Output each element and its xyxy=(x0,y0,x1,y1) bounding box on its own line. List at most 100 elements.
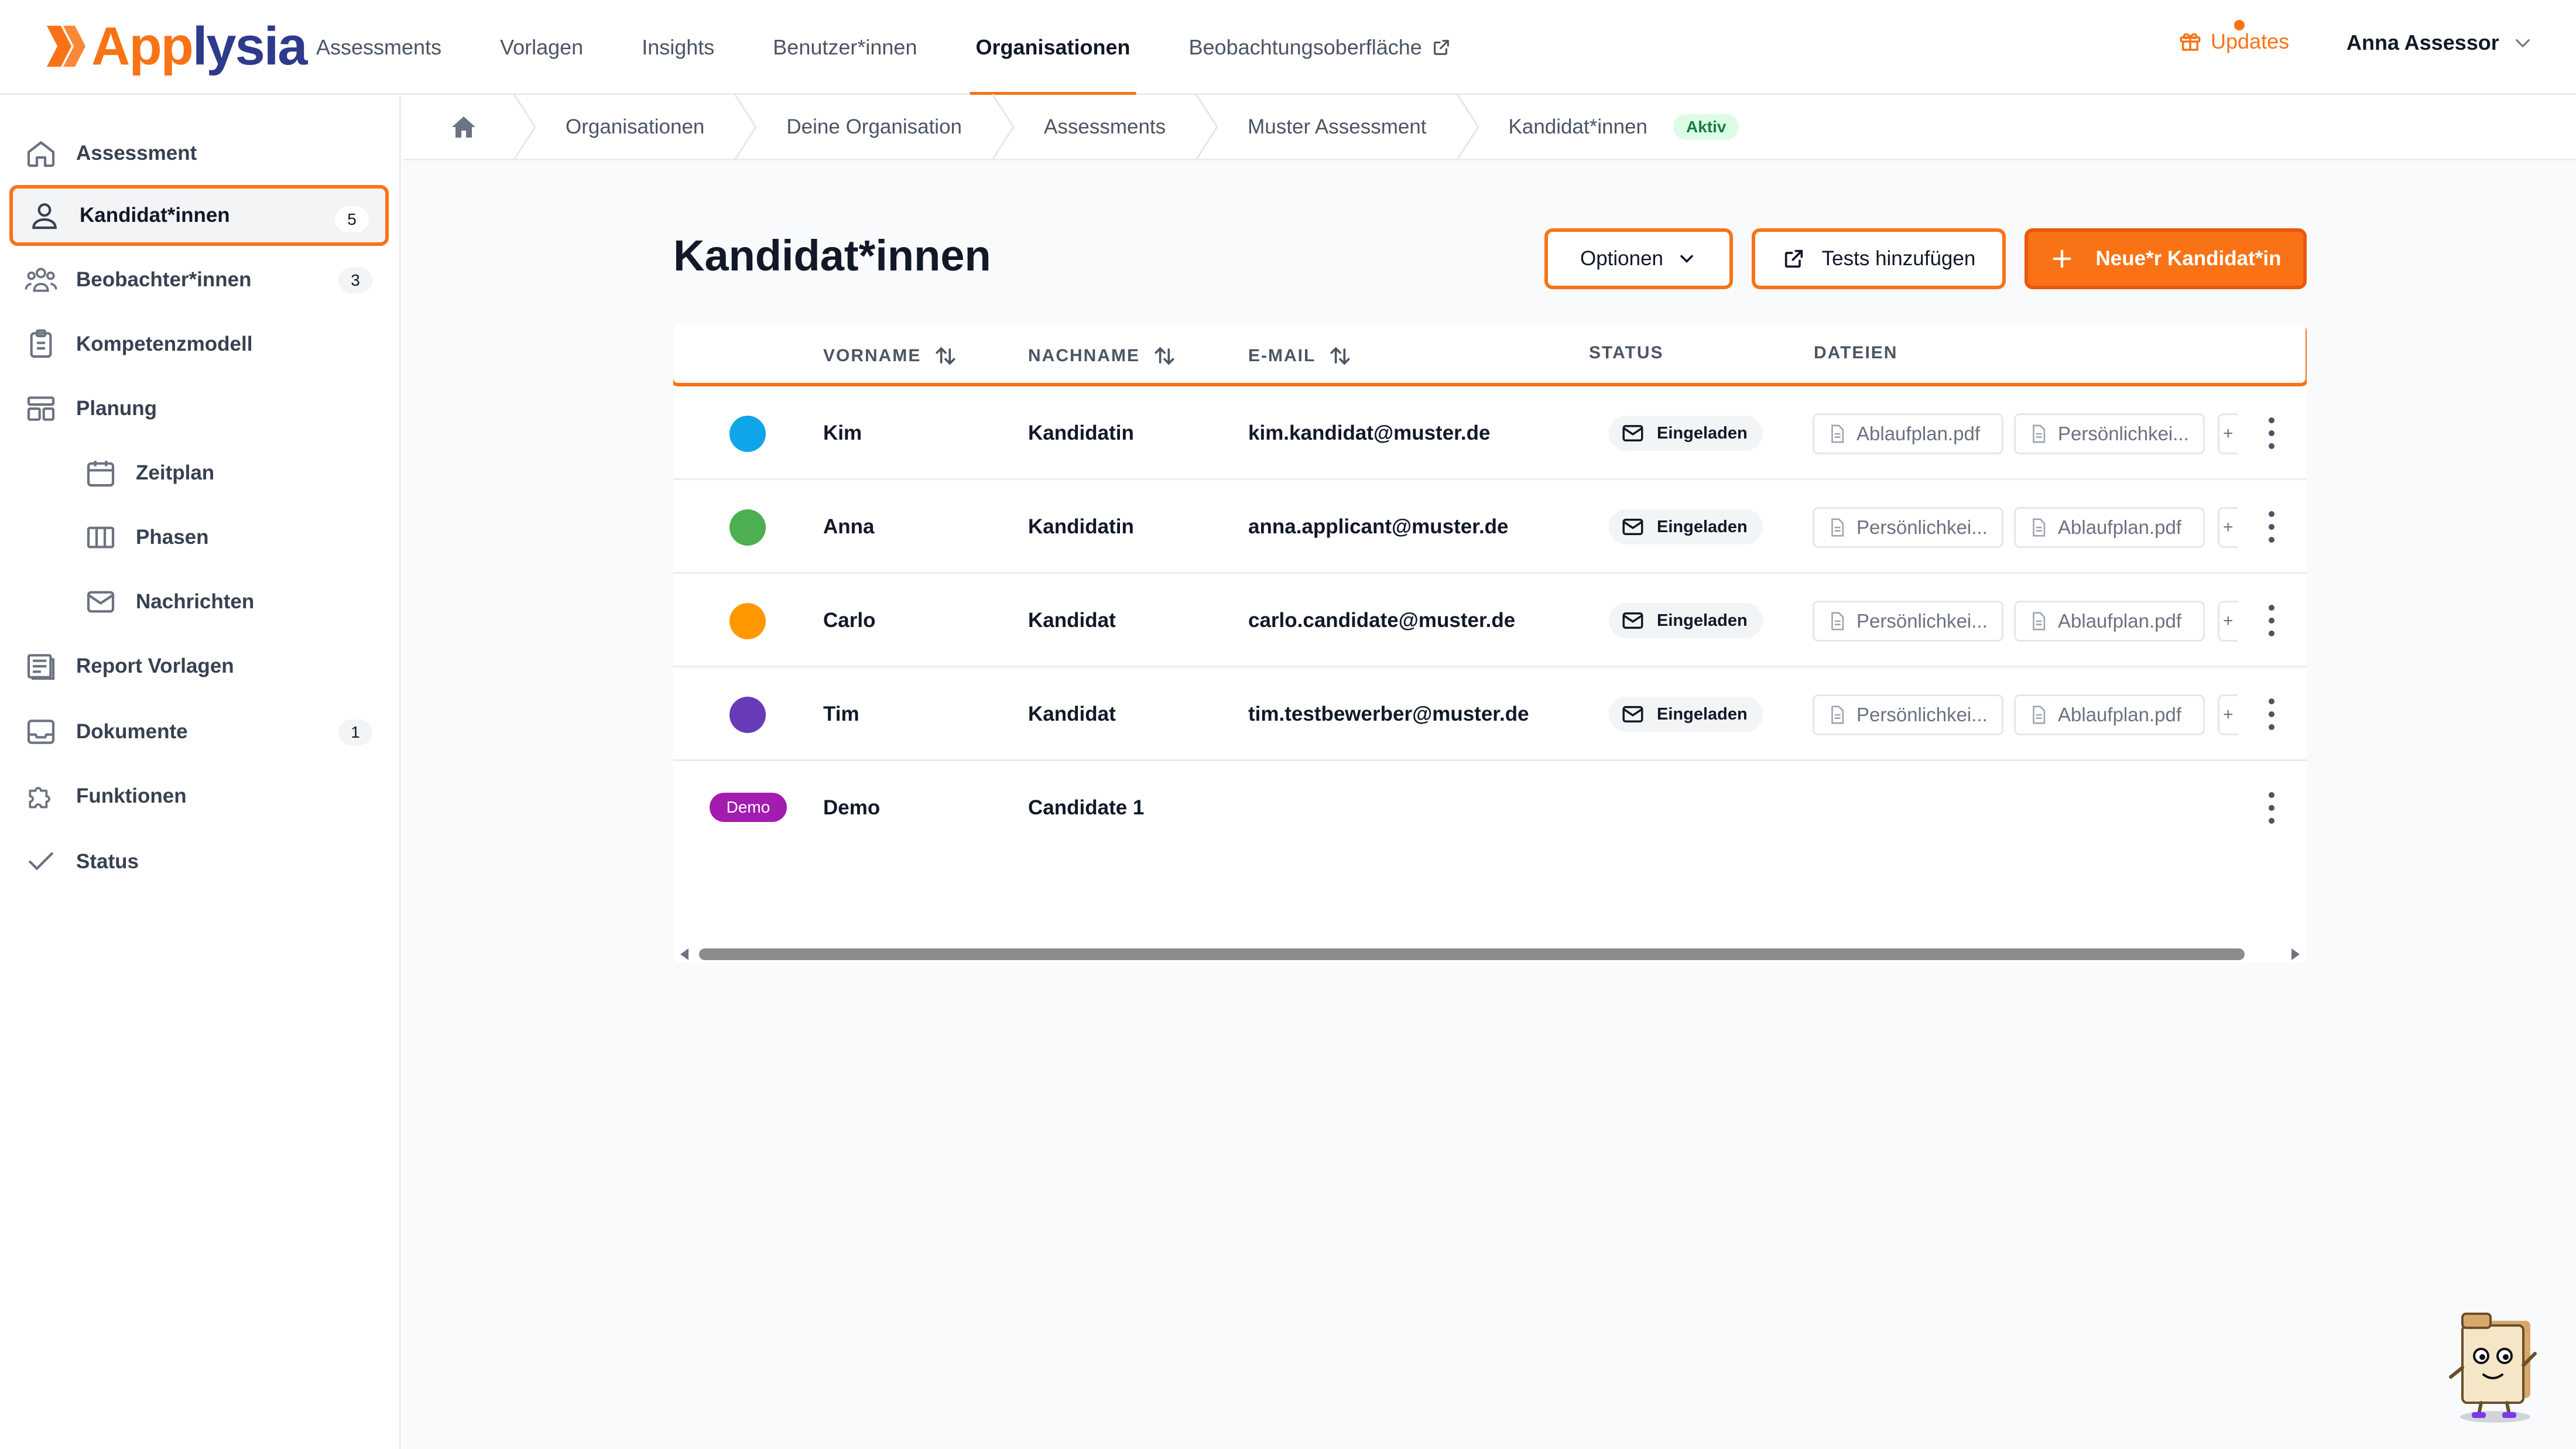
sidebar-item-label: Zeitplan xyxy=(136,461,215,484)
table-row[interactable]: Carlo Kandidat carlo.candidate@muster.de… xyxy=(673,574,2307,667)
breadcrumb-deine-organisation[interactable]: Deine Organisation xyxy=(786,115,962,139)
sidebar-item-kandidatinnen[interactable]: Kandidat*innen 5 xyxy=(9,185,389,246)
breadcrumb-organisationen[interactable]: Organisationen xyxy=(566,115,704,139)
document-icon xyxy=(2033,612,2046,631)
candidate-color-dot xyxy=(729,509,766,546)
cell-nachname: Candidate 1 xyxy=(1028,796,1145,819)
home-icon xyxy=(27,141,55,167)
sidebar-item-label: Beobachter*innen xyxy=(76,268,252,291)
mascot-icon[interactable] xyxy=(2446,1309,2544,1424)
sidebar-item-kompetenzmodell[interactable]: Kompetenzmodell xyxy=(9,314,389,375)
sidebar-item-report-vorlagen[interactable]: Report Vorlagen xyxy=(9,636,389,697)
column-header-dateien: DATEIEN xyxy=(1814,343,1897,363)
candidates-table: VORNAME NACHNAME E-MAIL STATUS DATEIEN K… xyxy=(673,324,2307,962)
file-chip[interactable]: Persönlichkei... xyxy=(1813,601,2003,642)
sidebar-item-label: Kompetenzmodell xyxy=(76,333,253,355)
sidebar-item-dokumente[interactable]: Dokumente 1 xyxy=(9,701,389,762)
chevron-separator-icon xyxy=(513,94,536,160)
table-row-demo[interactable]: Demo Demo Candidate 1 xyxy=(673,761,2307,855)
sidebar-item-status[interactable]: Status xyxy=(9,831,389,892)
sidebar-item-phasen[interactable]: Phasen xyxy=(9,507,389,568)
row-actions-button[interactable] xyxy=(2254,411,2289,455)
sidebar-item-assessment[interactable]: Assessment xyxy=(9,123,389,184)
file-chip[interactable]: Ablaufplan.pdf xyxy=(1813,413,2003,454)
main-content: Organisationen Deine Organisation Assess… xyxy=(403,94,2576,1449)
sort-icon xyxy=(936,347,955,365)
nav-beobachtungsoberflaeche[interactable]: Beobachtungsoberfläche xyxy=(1189,0,1451,95)
nav-benutzer[interactable]: Benutzer*innen xyxy=(773,0,917,95)
nav-insights[interactable]: Insights xyxy=(642,0,714,95)
more-vertical-icon xyxy=(2269,605,2274,636)
more-vertical-icon xyxy=(2269,698,2274,730)
sidebar-item-zeitplan[interactable]: Zeitplan xyxy=(9,443,389,503)
sidebar-item-label: Dokumente xyxy=(76,720,188,743)
user-menu[interactable]: Anna Assessor xyxy=(2347,30,2533,55)
puzzle-icon xyxy=(29,787,50,809)
file-chip-overflow[interactable]: + xyxy=(2218,413,2238,454)
home-icon[interactable] xyxy=(450,113,478,141)
cell-email: kim.kandidat@muster.de xyxy=(1248,422,1491,444)
cell-nachname: Kandidat xyxy=(1028,609,1116,632)
sort-icon xyxy=(1330,347,1350,365)
breadcrumb: Organisationen Deine Organisation Assess… xyxy=(403,94,2576,160)
file-chip[interactable]: Ablaufplan.pdf xyxy=(2014,507,2205,548)
add-tests-button[interactable]: Tests hinzufügen xyxy=(1752,228,2006,289)
file-name: Persönlichkei... xyxy=(1856,516,1988,538)
row-actions-button[interactable] xyxy=(2254,692,2289,737)
file-chip[interactable]: Ablaufplan.pdf xyxy=(2014,694,2205,735)
row-actions-button[interactable] xyxy=(2254,786,2289,830)
sidebar-item-funktionen[interactable]: Funktionen xyxy=(9,766,389,827)
sidebar-item-label: Assessment xyxy=(76,142,197,165)
nav-vorlagen[interactable]: Vorlagen xyxy=(500,0,583,95)
status-badge: Eingeladen xyxy=(1609,697,1763,732)
sidebar-item-beobachterinnen[interactable]: Beobachter*innen 3 xyxy=(9,249,389,310)
file-name: Ablaufplan.pdf xyxy=(1856,423,1981,444)
nav-assessments[interactable]: Assessments xyxy=(316,0,441,95)
document-icon xyxy=(1831,424,1844,443)
new-candidate-button[interactable]: Neue*r Kandidat*in xyxy=(2025,228,2307,289)
nav-organisationen[interactable]: Organisationen xyxy=(970,0,1136,95)
sidebar-item-label: Kandidat*innen xyxy=(80,204,230,227)
cell-email: carlo.candidate@muster.de xyxy=(1248,609,1516,632)
clipboard-icon xyxy=(30,329,52,358)
table-row[interactable]: Tim Kandidat tim.testbewerber@muster.de … xyxy=(673,667,2307,761)
status-label: Eingeladen xyxy=(1657,517,1748,536)
row-actions-button[interactable] xyxy=(2254,598,2289,643)
file-chip[interactable]: Persönlichkei... xyxy=(1813,507,2003,548)
status-badge: Eingeladen xyxy=(1609,509,1763,544)
updates-button[interactable]: Updates xyxy=(2178,20,2289,54)
applysia-logo[interactable]: Applysia xyxy=(46,14,307,78)
horizontal-scrollbar[interactable] xyxy=(673,941,2307,962)
file-name: Persönlichkei... xyxy=(1856,704,1988,725)
file-chip-overflow[interactable]: + xyxy=(2218,507,2238,548)
status-badge: Eingeladen xyxy=(1609,416,1763,451)
scroll-left-arrow-icon[interactable] xyxy=(680,948,688,960)
document-icon xyxy=(2033,424,2046,443)
file-chip[interactable]: Ablaufplan.pdf xyxy=(2014,601,2205,642)
status-label: Eingeladen xyxy=(1657,611,1748,630)
table-row[interactable]: Anna Kandidatin anna.applicant@muster.de… xyxy=(673,480,2307,574)
scrollbar-thumb[interactable] xyxy=(699,948,2245,960)
breadcrumb-muster-assessment[interactable]: Muster Assessment xyxy=(1248,115,1426,139)
file-chip[interactable]: Persönlichkei... xyxy=(1813,694,2003,735)
column-header-nachname[interactable]: NACHNAME xyxy=(1028,343,1177,369)
scroll-right-arrow-icon[interactable] xyxy=(2291,948,2300,960)
file-chip-overflow[interactable]: + xyxy=(2218,601,2238,642)
file-chip-overflow[interactable]: + xyxy=(2218,694,2238,735)
sidebar-item-nachrichten[interactable]: Nachrichten xyxy=(9,571,389,632)
cell-nachname: Kandidat xyxy=(1028,703,1116,725)
cell-nachname: Kandidatin xyxy=(1028,515,1134,538)
sidebar-item-label: Phasen xyxy=(136,526,209,549)
mail-icon xyxy=(1622,706,1643,722)
options-button[interactable]: Optionen xyxy=(1544,228,1733,289)
breadcrumb-assessments[interactable]: Assessments xyxy=(1044,115,1166,139)
column-header-email[interactable]: E-MAIL xyxy=(1248,343,1353,369)
candidate-color-dot xyxy=(729,697,766,733)
column-header-vorname[interactable]: VORNAME xyxy=(823,343,958,369)
sidebar-item-planung[interactable]: Planung xyxy=(9,378,389,439)
file-chip[interactable]: Persönlichkei... xyxy=(2014,413,2205,454)
cell-vorname: Tim xyxy=(823,703,859,725)
row-actions-button[interactable] xyxy=(2254,505,2289,549)
status-label: Eingeladen xyxy=(1657,423,1748,443)
table-row[interactable]: Kim Kandidatin kim.kandidat@muster.de Ei… xyxy=(673,386,2307,480)
